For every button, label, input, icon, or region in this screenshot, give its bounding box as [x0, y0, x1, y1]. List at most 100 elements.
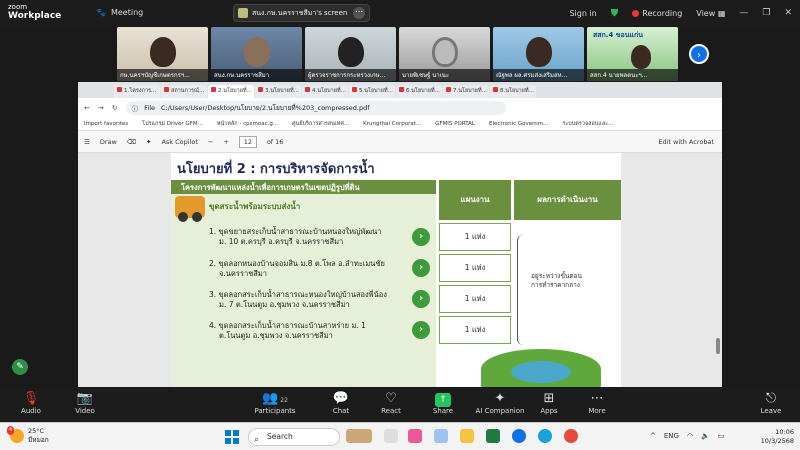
screen-share-indicator[interactable]: สนง.กษ.นครราชสีมา's screen ⋯: [233, 4, 370, 22]
tab-label: 8.นโยบายที่...: [500, 88, 534, 94]
browser-tab[interactable]: 6.นโยบายที่...: [396, 85, 442, 98]
clock[interactable]: 10:06 10/3/2568: [761, 428, 794, 446]
chevron-right-icon: ›: [412, 290, 430, 308]
participant-tile[interactable]: ผู้ตรวจราชการกระทรวงเกษ...: [305, 27, 396, 81]
page-number-input[interactable]: 12: [238, 135, 257, 148]
participant-tile[interactable]: นายพิเชษฐ์ นาเนะ: [399, 27, 490, 81]
list-item: 1. ขุดขยายสระเก็บน้ำสาธารณะบ้านหนองใหญ่พ…: [209, 227, 409, 247]
browser-tab[interactable]: 7.นโยบายที่...: [443, 85, 489, 98]
browser-tab[interactable]: 3.นโยบายที่...: [255, 85, 301, 98]
excavator-icon: [175, 196, 205, 222]
participant-name: ณัฐพล ผล.ศรมส่งเสริมสห...: [493, 69, 584, 81]
participants-button[interactable]: 👥 22 Participants: [250, 391, 300, 415]
participant-name: สนง.กษ.นครราชสีมา: [211, 69, 302, 81]
more-options-icon[interactable]: ⋯: [353, 7, 365, 19]
back-icon[interactable]: ←: [84, 104, 90, 112]
erase-icon[interactable]: ⌫: [127, 138, 136, 146]
browser-tab-active[interactable]: 2.นโยบายที่...: [208, 85, 254, 98]
chat-button[interactable]: 💬 Chat: [316, 391, 366, 415]
zoom-logo-line2: Workplace: [8, 11, 62, 21]
pond-illustration: [481, 349, 601, 387]
browser-tab[interactable]: 5.นโยบายที่...: [349, 85, 395, 98]
participant-poster: สสก.4 ขอนแก่น: [593, 31, 644, 39]
video-button[interactable]: 📷 Video: [60, 391, 110, 415]
file-explorer-icon[interactable]: [460, 429, 474, 443]
browser-tab[interactable]: 1.โครงการ...: [114, 85, 160, 98]
sharer-avatar-icon: [238, 8, 248, 18]
weather-widget[interactable]: 4 25°C มีหมอก: [7, 426, 49, 445]
browser-tab[interactable]: สถานการณ์...: [161, 85, 207, 98]
view-button[interactable]: View ▦: [696, 9, 725, 18]
app-icon[interactable]: [434, 429, 448, 443]
excel-icon[interactable]: [486, 429, 500, 443]
item-line1: 2. ขุดลอกหนองบ้านจอมสิน ม.8 ต.โพล อ.ลำทะ…: [209, 259, 385, 268]
copilot-icon[interactable]: [408, 429, 422, 443]
item-line1: 4. ขุดลอกสระเก็บน้ำสาธารณะบ้านสาหร่าย ม.…: [209, 321, 366, 330]
annotate-pencil-icon[interactable]: ✎: [12, 359, 28, 375]
tab-label: 6.นโยบายที่...: [406, 88, 440, 94]
bookmark-item[interactable]: Electronic Governm...: [489, 121, 548, 127]
browser-tab[interactable]: 4.นโยบายที่...: [302, 85, 348, 98]
time: 10:06: [775, 428, 794, 436]
chevron-up-icon[interactable]: ^: [650, 432, 656, 440]
zoom-in-button[interactable]: +: [223, 138, 228, 146]
participant-tile[interactable]: ณัฐพล ผล.ศรมส่งเสริมสห...: [493, 27, 584, 81]
edge-icon[interactable]: [538, 429, 552, 443]
speaker-icon[interactable]: 🔈: [701, 432, 710, 440]
draw-button[interactable]: Draw: [100, 138, 117, 146]
participant-tile[interactable]: สนง.กษ.นครราชสีมา: [211, 27, 302, 81]
pdf-toolbar: ☰ Draw ⌫ ✦ Ask Copilot − + 12 of 16 Edit…: [78, 131, 722, 153]
pdf-icon: [446, 87, 451, 92]
widgets-icon[interactable]: [346, 429, 372, 443]
language-indicator[interactable]: ENG: [664, 432, 679, 440]
shield-icon[interactable]: ⛊: [611, 8, 619, 19]
recording-indicator[interactable]: Recording: [632, 9, 682, 18]
url-field[interactable]: ⓘ File C:/Users/User/Desktop/นโยบาย/2.นโ…: [125, 101, 506, 115]
chrome-icon[interactable]: [564, 429, 578, 443]
audio-button[interactable]: 🎙 Audio: [6, 391, 56, 415]
minimize-icon[interactable]: —: [739, 8, 748, 18]
browser-tab[interactable]: 8.นโยบายที่...: [490, 85, 536, 98]
shared-screen: 1.โครงการ... สถานการณ์... 2.นโยบายที่...…: [78, 82, 722, 387]
bookmark-item[interactable]: โปรแกรม Driver GFM...: [142, 120, 203, 128]
react-button[interactable]: ♡ React: [366, 391, 416, 415]
restore-icon[interactable]: ❐: [762, 8, 770, 18]
refresh-icon[interactable]: ↻: [112, 104, 118, 112]
zoom-app-icon[interactable]: [512, 429, 526, 443]
windows-start-icon[interactable]: [225, 430, 239, 444]
share-button[interactable]: ↑ Share: [418, 391, 468, 415]
ask-copilot-button[interactable]: Ask Copilot: [161, 138, 197, 146]
ai-companion-button[interactable]: ✦ AI Companion: [472, 391, 528, 415]
forward-icon[interactable]: →: [98, 104, 104, 112]
bookmark-item[interactable]: Krungthai Corporat...: [363, 121, 421, 127]
pdf-icon: [493, 87, 498, 92]
chat-label: Chat: [332, 407, 350, 415]
bookmark-item[interactable]: Import favorites: [84, 121, 128, 127]
battery-icon[interactable]: ▭: [718, 432, 725, 440]
bookmark-item[interactable]: ศูนย์บริการสารสนเทศ...: [292, 120, 349, 128]
next-participants-icon[interactable]: ›: [689, 44, 709, 64]
taskbar-search[interactable]: ⌕ Search: [248, 428, 340, 446]
item-line1: 1. ขุดขยายสระเก็บน้ำสาธารณะบ้านหนองใหญ่พ…: [209, 227, 382, 236]
zoom-out-button[interactable]: −: [208, 138, 213, 146]
participant-tile[interactable]: กษ.นครฯบัญชีเกษตรกรฯ...: [117, 27, 208, 81]
pdf-viewer[interactable]: นโยบายที่ 2 : การบริหารจัดการน้ำ โครงการ…: [78, 153, 722, 387]
scrollbar-thumb[interactable]: [716, 338, 720, 354]
apps-button[interactable]: ⊞ Apps: [524, 391, 574, 415]
wifi-icon[interactable]: ◠: [687, 432, 693, 440]
close-icon[interactable]: ✕: [784, 8, 792, 18]
bookmark-item[interactable]: GFMIS PORTAL: [435, 121, 475, 127]
more-button[interactable]: ⋯ More: [572, 391, 622, 415]
share-label: Share: [432, 407, 454, 415]
bookmark-item[interactable]: หน้าหลัก - cpsmoac.g...: [217, 120, 278, 128]
participant-strip: กษ.นครฯบัญชีเกษตรกรฯ... สนง.กษ.นครราชสีม…: [117, 27, 682, 81]
bookmark-item[interactable]: ระบบตรวจสอบและ...: [562, 120, 613, 128]
edit-acrobat-button[interactable]: Edit with Acrobat: [658, 138, 722, 146]
participant-tile[interactable]: สสก.4 ขอนแก่น สสก.4 นายพลตนะฯ...: [587, 27, 678, 81]
task-view-icon[interactable]: [384, 429, 398, 443]
more-label: More: [588, 407, 606, 415]
leave-button[interactable]: ⎋ Leave: [746, 391, 796, 415]
contents-icon[interactable]: ☰: [84, 138, 90, 146]
sign-in-button[interactable]: Sign in: [569, 9, 596, 18]
meeting-menu[interactable]: 🐾 Meeting: [96, 8, 143, 17]
